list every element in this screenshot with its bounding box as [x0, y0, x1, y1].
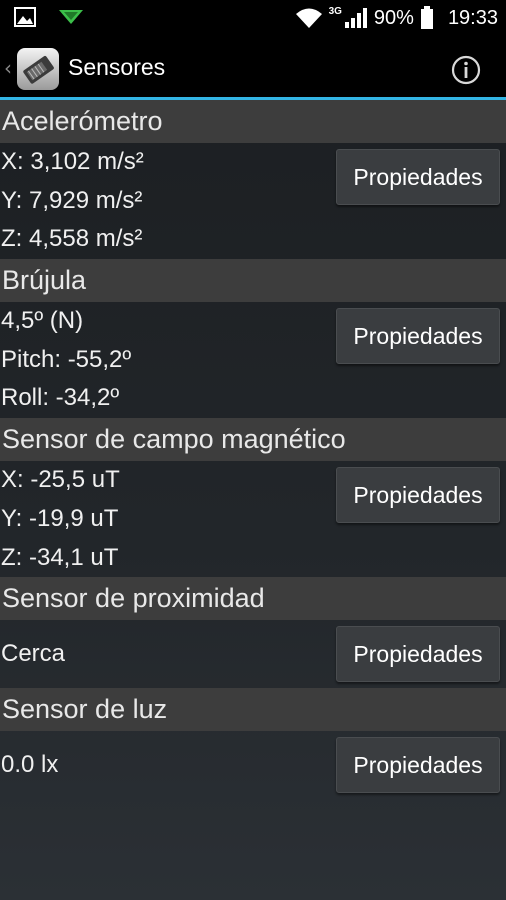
- sensor-light: 0.0 lx Propiedades: [0, 731, 506, 799]
- action-bar: ‹ Sensores: [0, 36, 506, 100]
- light-properties-button[interactable]: Propiedades: [336, 737, 500, 794]
- screen: 3G 90% 19:33 ‹ Sensores Acelerómetro X: …: [0, 0, 506, 900]
- signal-icon: [344, 8, 367, 28]
- sensor-compass: 4,5º (N) Pitch: -55,2º Roll: -34,2º Prop…: [0, 302, 506, 418]
- app-icon[interactable]: [16, 47, 60, 91]
- accelerometer-properties-button[interactable]: Propiedades: [336, 149, 500, 205]
- magnetic-z: Z: -34,1 uT: [1, 543, 119, 571]
- compass-properties-button[interactable]: Propiedades: [336, 308, 500, 365]
- sensor-proximity: Cerca Propiedades: [0, 620, 506, 688]
- sensor-list: Acelerómetro X: 3,102 m/s² Y: 7,929 m/s²…: [0, 100, 506, 799]
- accelerometer-z: Z: 4,558 m/s²: [1, 225, 143, 253]
- battery-icon: [420, 6, 433, 29]
- sensor-magnetic-field: X: -25,5 uT Y: -19,9 uT Z: -34,1 uT Prop…: [0, 461, 506, 577]
- image-icon: [14, 7, 36, 27]
- battery-percent: 90%: [373, 6, 414, 29]
- info-icon[interactable]: [450, 54, 482, 86]
- up-caret-icon[interactable]: ‹: [4, 56, 12, 80]
- section-header-proximity: Sensor de proximidad: [0, 577, 506, 621]
- section-header-compass: Brújula: [0, 259, 506, 303]
- page-title: Sensores: [68, 54, 166, 80]
- compass-roll: Roll: -34,2º: [1, 384, 120, 412]
- signal-type-label: 3G: [328, 5, 342, 17]
- download-arrow-icon: [59, 10, 83, 24]
- wifi-icon: [295, 8, 322, 28]
- status-bar: 3G 90% 19:33: [0, 0, 506, 36]
- clock: 19:33: [447, 6, 498, 29]
- section-header-light: Sensor de luz: [0, 688, 506, 732]
- proximity-properties-button[interactable]: Propiedades: [336, 626, 500, 683]
- section-header-accelerometer: Acelerómetro: [0, 100, 506, 143]
- sensor-accelerometer: X: 3,102 m/s² Y: 7,929 m/s² Z: 4,558 m/s…: [0, 143, 506, 259]
- magnetic-field-properties-button[interactable]: Propiedades: [336, 467, 500, 524]
- section-header-magnetic-field: Sensor de campo magnético: [0, 418, 506, 462]
